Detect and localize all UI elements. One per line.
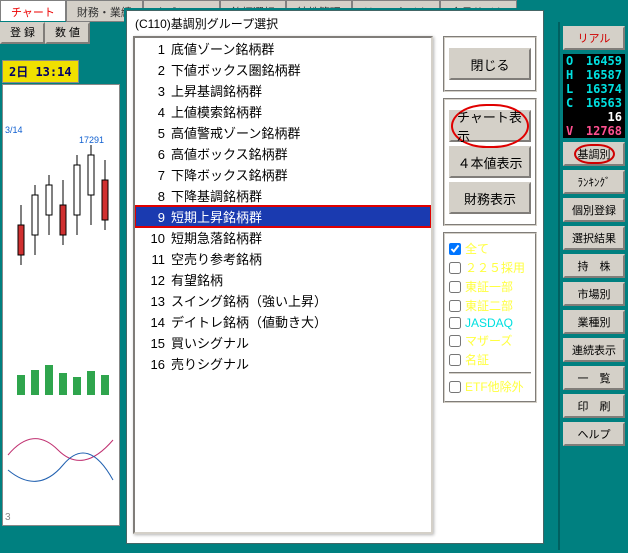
group-item[interactable]: 11空売り参考銘柄 — [135, 248, 431, 269]
close-button[interactable]: 閉じる — [449, 48, 531, 80]
group-select-dialog: (C110)基調別グループ選択 1底値ゾーン銘柄群2下値ボックス圏銘柄群3上昇基… — [126, 10, 544, 544]
continuous-button[interactable]: 連続表示 — [563, 338, 625, 362]
group-item[interactable]: 5高値警戒ゾーン銘柄群 — [135, 122, 431, 143]
help-button[interactable]: ヘルプ — [563, 422, 625, 446]
group-item[interactable]: 15買いシグナル — [135, 332, 431, 353]
filter-２２５採用[interactable]: ２２５採用 — [449, 259, 531, 276]
filter-名証[interactable]: 名証 — [449, 351, 531, 368]
financial-display-button[interactable]: 財務表示 — [449, 182, 531, 214]
filter-東証二部[interactable]: 東証二部 — [449, 297, 531, 314]
group-listbox[interactable]: 1底値ゾーン銘柄群2下値ボックス圏銘柄群3上昇基調銘柄群4上値模索銘柄群5高値警… — [133, 36, 433, 534]
time-badge: 2日 13:14 — [2, 60, 79, 83]
candle-sketch — [3, 85, 119, 525]
print-button[interactable]: 印 刷 — [563, 394, 625, 418]
select-result-button[interactable]: 選択結果 — [563, 226, 625, 250]
list-button[interactable]: 一 覧 — [563, 366, 625, 390]
quote-box: O16459 H16587 L16374 C16563 16 V12768 — [563, 54, 625, 138]
group-item[interactable]: 1底値ゾーン銘柄群 — [135, 38, 431, 59]
chart-area: 3/14 17291 3 — [2, 84, 120, 526]
dialog-title: (C110)基調別グループ選択 — [127, 11, 543, 36]
real-button[interactable]: リアル — [563, 26, 625, 50]
filter-全て[interactable]: 全て — [449, 240, 531, 257]
chart-display-button[interactable]: チャート表示 — [449, 110, 531, 142]
group-item[interactable]: 6高値ボックス銘柄群 — [135, 143, 431, 164]
group-item[interactable]: 16売りシグナル — [135, 353, 431, 374]
group-item[interactable]: 4上値模索銘柄群 — [135, 101, 431, 122]
group-item[interactable]: 9短期上昇銘柄群 — [135, 206, 431, 227]
individual-reg-button[interactable]: 個別登録 — [563, 198, 625, 222]
holdings-button[interactable]: 持 株 — [563, 254, 625, 278]
toolbar: 登 録 数 値 — [0, 22, 90, 44]
4value-display-button[interactable]: ４本値表示 — [449, 146, 531, 178]
values-button[interactable]: 数 値 — [45, 22, 90, 44]
filter-ETF他除外[interactable]: ETF他除外 — [449, 378, 531, 395]
kichou-button[interactable]: 基調別 — [563, 142, 625, 166]
group-item[interactable]: 2下値ボックス圏銘柄群 — [135, 59, 431, 80]
sector-button[interactable]: 業種別 — [563, 310, 625, 334]
filter-JASDAQ[interactable]: JASDAQ — [449, 316, 531, 330]
filter-panel: 全て ２２５採用東証一部東証二部 JASDAQ マザーズ名証 ETF他除外 — [443, 232, 537, 403]
register-button[interactable]: 登 録 — [0, 22, 45, 44]
group-item[interactable]: 14デイトレ銘柄（値動き大） — [135, 311, 431, 332]
group-item[interactable]: 13スイング銘柄（強い上昇） — [135, 290, 431, 311]
group-item[interactable]: 10短期急落銘柄群 — [135, 227, 431, 248]
group-item[interactable]: 3上昇基調銘柄群 — [135, 80, 431, 101]
group-item[interactable]: 8下降基調銘柄群 — [135, 185, 431, 206]
market-button[interactable]: 市場別 — [563, 282, 625, 306]
filter-東証一部[interactable]: 東証一部 — [449, 278, 531, 295]
ranking-button[interactable]: ﾗﾝｷﾝｸﾞ — [563, 170, 625, 194]
filter-マザーズ[interactable]: マザーズ — [449, 332, 531, 349]
right-sidebar: リアル O16459 H16587 L16374 C16563 16 V1276… — [558, 22, 628, 550]
group-item[interactable]: 7下降ボックス銘柄群 — [135, 164, 431, 185]
tab-chart[interactable]: チャート — [0, 0, 66, 21]
axis-label: 3 — [5, 512, 11, 523]
group-item[interactable]: 12有望銘柄 — [135, 269, 431, 290]
